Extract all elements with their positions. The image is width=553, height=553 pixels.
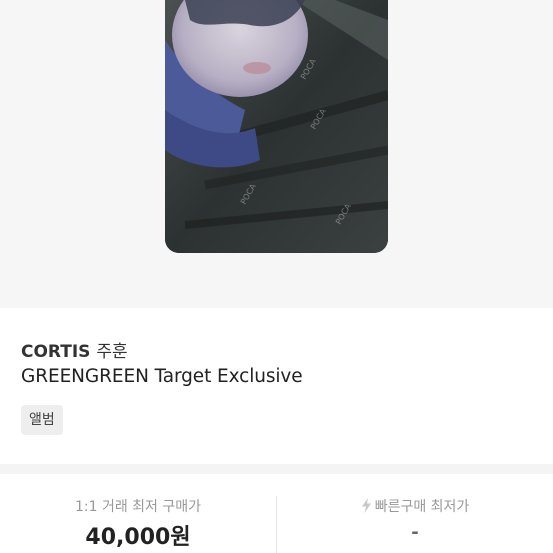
price-panel: 1:1 거래 최저 구매가 40,000원 빠른구매 최저가 - — [0, 474, 553, 553]
artist-label: CORTIS — [21, 342, 91, 362]
product-image-area: POCA POCA POCA POCA — [0, 0, 553, 308]
lightning-bolt-icon — [361, 498, 372, 517]
quick-buy-label-row: 빠른구매 최저가 — [277, 496, 553, 517]
section-divider — [0, 464, 553, 474]
product-detail-page: POCA POCA POCA POCA CORTIS 주훈 GREENGREEN … — [0, 0, 553, 553]
lowest-trade-label: 1:1 거래 최저 구매가 — [74, 499, 202, 515]
quick-buy-price[interactable]: 빠른구매 최저가 - — [277, 474, 553, 553]
category-tag[interactable]: 앨범 — [21, 405, 63, 435]
artist-name[interactable]: CORTIS 주훈 — [21, 337, 128, 362]
product-title: GREENGREEN Target Exclusive — [21, 366, 303, 387]
lowest-trade-price[interactable]: 1:1 거래 최저 구매가 40,000원 — [0, 474, 276, 553]
member-name: 주훈 — [96, 342, 128, 362]
photocard-illustration: POCA POCA POCA POCA — [165, 0, 388, 253]
quick-buy-value: - — [411, 522, 419, 543]
photocard-image[interactable]: POCA POCA POCA POCA — [165, 0, 388, 253]
quick-buy-label: 빠른구매 최저가 — [374, 499, 470, 515]
lowest-trade-value: 40,000원 — [85, 525, 191, 550]
